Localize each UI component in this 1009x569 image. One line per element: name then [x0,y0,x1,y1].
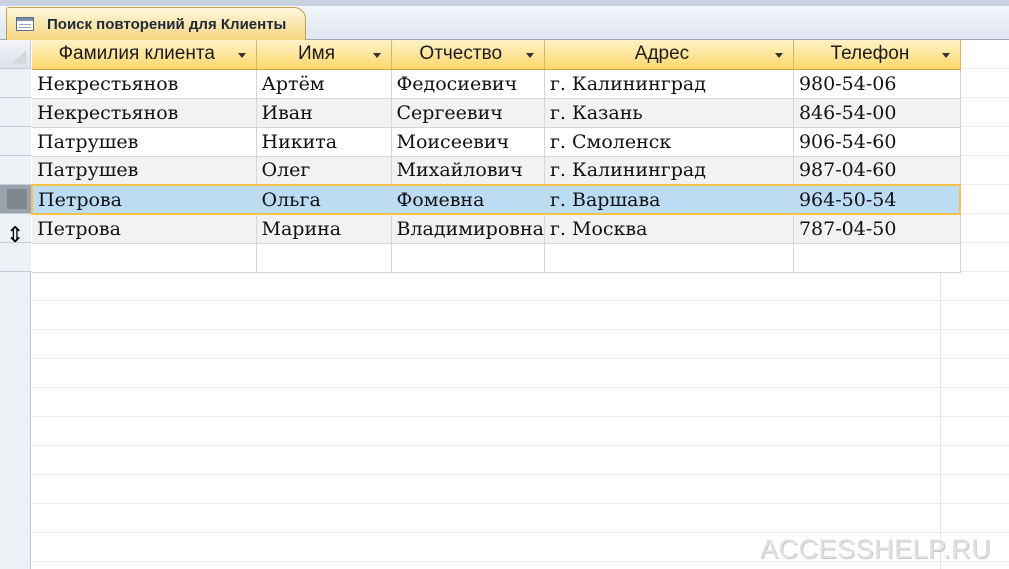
new-cell[interactable] [391,243,545,273]
query-tab[interactable]: Поиск повторений для Клиенты [6,7,306,40]
dropdown-arrow-icon[interactable] [774,53,783,58]
new-cell[interactable] [256,243,392,273]
column-header-first-name[interactable]: Имя [256,40,392,70]
cell-patronymic[interactable]: Моисеевич [391,127,545,157]
cell-first-name[interactable]: Олег [256,156,392,186]
datasheet-grid: Фамилия клиента Имя Отчество Адрес Телеф… [31,40,962,273]
resize-arrow-icon: ⇕ [6,223,25,248]
record-selector[interactable] [0,127,31,156]
column-header-address[interactable]: Адрес [544,40,794,70]
cell-last-name[interactable]: Некрестьянов [32,98,257,128]
cell-phone[interactable]: 906-54-60 [793,127,961,157]
table-row[interactable]: Патрушев Никита Моисеевич г. Смоленск 90… [32,127,961,157]
cell-last-name[interactable]: Петрова [32,214,257,244]
column-header-label: Имя [297,43,335,65]
tab-title: Поиск повторений для Клиенты [47,16,287,33]
new-cell[interactable] [32,243,257,273]
column-header-phone[interactable]: Телефон [793,40,961,70]
cell-phone[interactable]: 987-04-60 [793,156,961,186]
cell-patronymic[interactable]: Сергеевич [391,98,545,128]
datasheet: Фамилия клиента Имя Отчество Адрес Телеф… [0,40,1009,569]
record-selector-column [0,40,31,569]
document-tab-bar: Поиск повторений для Клиенты [0,0,1009,40]
cell-last-name[interactable]: Петрова [31,184,257,215]
cell-first-name[interactable]: Никита [256,127,392,157]
record-selector-current[interactable] [0,185,31,214]
column-header-label: Адрес [634,43,690,65]
cell-last-name[interactable]: Патрушев [32,156,257,186]
cell-phone[interactable]: 980-54-06 [793,69,961,99]
cell-address[interactable]: г. Казань [544,98,794,128]
record-selector[interactable] [0,69,31,98]
cell-first-name[interactable]: Ольга [256,184,392,215]
cell-patronymic[interactable]: Михайлович [391,156,545,186]
table-row[interactable]: Петрова Марина Владимировна г. Москва 78… [32,214,961,244]
row-resize-cursor: ⇕ [3,225,29,265]
column-header-last-name[interactable]: Фамилия клиента [32,40,257,70]
column-header-label: Телефон [830,43,910,65]
query-icon [16,17,34,31]
table-row[interactable]: Патрушев Олег Михайлович г. Калининград … [32,156,961,186]
header-row: Фамилия клиента Имя Отчество Адрес Телеф… [32,40,961,70]
column-header-label: Фамилия клиента [58,43,215,65]
cell-patronymic[interactable]: Фомевна [391,184,545,215]
watermark: ACCESSHELP.RU [760,534,992,564]
cell-patronymic[interactable]: Федосиевич [391,69,545,99]
column-header-label: Отчество [419,43,503,65]
cell-phone[interactable]: 846-54-00 [793,98,961,128]
table-row-selected[interactable]: Петрова Ольга Фомевна г. Варшава 964-50-… [31,184,962,215]
cell-last-name[interactable]: Патрушев [32,127,257,157]
cell-address[interactable]: г. Калининград [544,69,794,99]
cell-phone[interactable]: 964-50-54 [793,184,962,215]
new-cell[interactable] [793,243,961,273]
record-selector[interactable] [0,156,31,185]
column-header-patronymic[interactable]: Отчество [391,40,545,70]
dropdown-arrow-icon[interactable] [525,53,534,58]
cell-phone[interactable]: 787-04-50 [793,214,961,244]
record-selector[interactable] [0,98,31,127]
cell-first-name[interactable]: Артём [256,69,392,99]
cell-patronymic[interactable]: Владимировна [391,214,545,244]
cell-first-name[interactable]: Иван [256,98,392,128]
dropdown-arrow-icon[interactable] [941,53,950,58]
cell-address[interactable]: г. Смоленск [544,127,794,157]
new-cell[interactable] [544,243,794,273]
dropdown-arrow-icon[interactable] [372,53,381,58]
cell-last-name[interactable]: Некрестьянов [32,69,257,99]
dropdown-arrow-icon[interactable] [237,53,246,58]
cell-first-name[interactable]: Марина [256,214,392,244]
table-row[interactable]: Некрестьянов Иван Сергеевич г. Казань 84… [32,98,961,128]
select-all-corner[interactable] [0,40,31,69]
cell-address[interactable]: г. Варшава [544,184,794,215]
new-record-row[interactable] [32,243,961,273]
cell-address[interactable]: г. Калининград [544,156,794,186]
cell-address[interactable]: г. Москва [544,214,794,244]
table-row[interactable]: Некрестьянов Артём Федосиевич г. Калинин… [32,69,961,99]
